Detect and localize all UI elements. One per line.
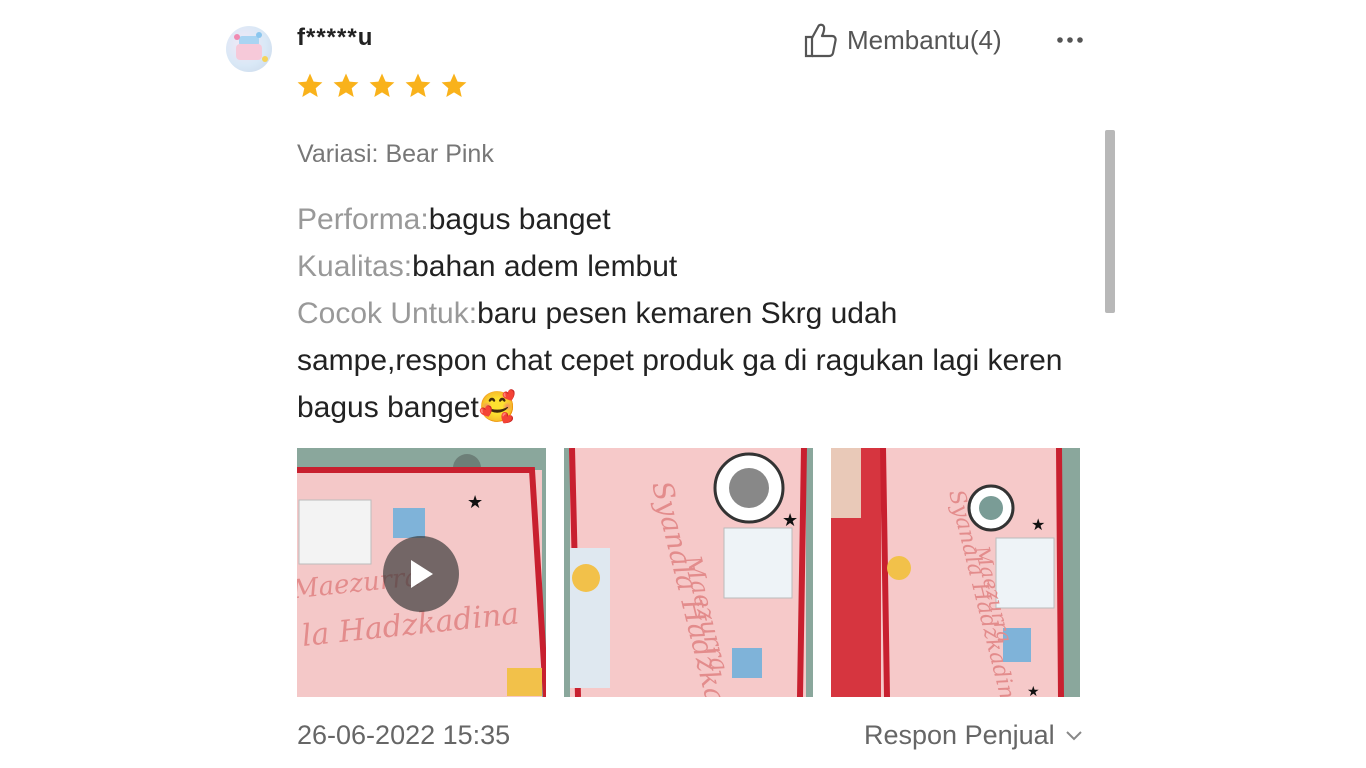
seller-reply-toggle[interactable]: Respon Penjual: [864, 720, 1083, 751]
play-icon: [411, 560, 433, 588]
thumbs-up-icon: [804, 23, 837, 58]
scrollbar[interactable]: [1105, 130, 1115, 313]
svg-text:★: ★: [1031, 517, 1045, 534]
review-value: bahan adem lembut: [412, 250, 678, 283]
review-text: Performa:bagus banget Kualitas:bahan ade…: [297, 196, 1087, 431]
star-icon: [405, 73, 431, 97]
star-icon: [333, 73, 359, 97]
avatar[interactable]: [226, 26, 272, 72]
svg-text:★: ★: [1027, 683, 1040, 697]
chevron-down-icon: [1065, 730, 1082, 740]
more-options-button[interactable]: [1052, 22, 1088, 58]
star-icon: [369, 73, 395, 97]
photo-image: ★ ★ Maezurra Syanala Hadzkadina: [831, 448, 1080, 697]
helpful-count: Membantu(4): [847, 24, 1002, 55]
helpful-button[interactable]: Membantu(4): [803, 22, 1002, 58]
review-line-quality: Kualitas:bahan adem lembut: [297, 243, 1087, 290]
svg-text:★: ★: [782, 510, 798, 530]
review-timestamp: 26-06-2022 15:35: [297, 720, 511, 750]
review-photo-thumbnail[interactable]: ★ Maezurra Syanala Hadzka: [564, 448, 813, 697]
svg-text:★: ★: [467, 492, 483, 512]
review-line-suitable: Cocok Untuk:baru pesen kemaren Skrg udah…: [297, 290, 1087, 431]
review-photo-thumbnail[interactable]: ★ ★ Maezurra Syanala Hadzkadina: [831, 448, 1080, 697]
review-video-thumbnail[interactable]: ★ Maezurra la Hadzkadina: [297, 448, 546, 697]
username: f*****u: [297, 24, 374, 51]
review-key: Kualitas:: [297, 250, 413, 283]
play-button[interactable]: [383, 536, 459, 612]
star-icon: [297, 73, 323, 97]
review-line-performance: Performa:bagus banget: [297, 196, 1087, 243]
review-key: Cocok Untuk:: [297, 297, 478, 330]
star-rating: [296, 72, 468, 100]
variation-label: Variasi: Bear Pink: [297, 140, 494, 168]
photo-image: ★ Maezurra Syanala Hadzka: [564, 448, 813, 697]
review-value: bagus banget: [428, 203, 611, 236]
seller-reply-label: Respon Penjual: [864, 720, 1055, 750]
review-key: Performa:: [297, 203, 429, 236]
more-icon: [1057, 37, 1083, 43]
star-icon: [441, 73, 467, 97]
